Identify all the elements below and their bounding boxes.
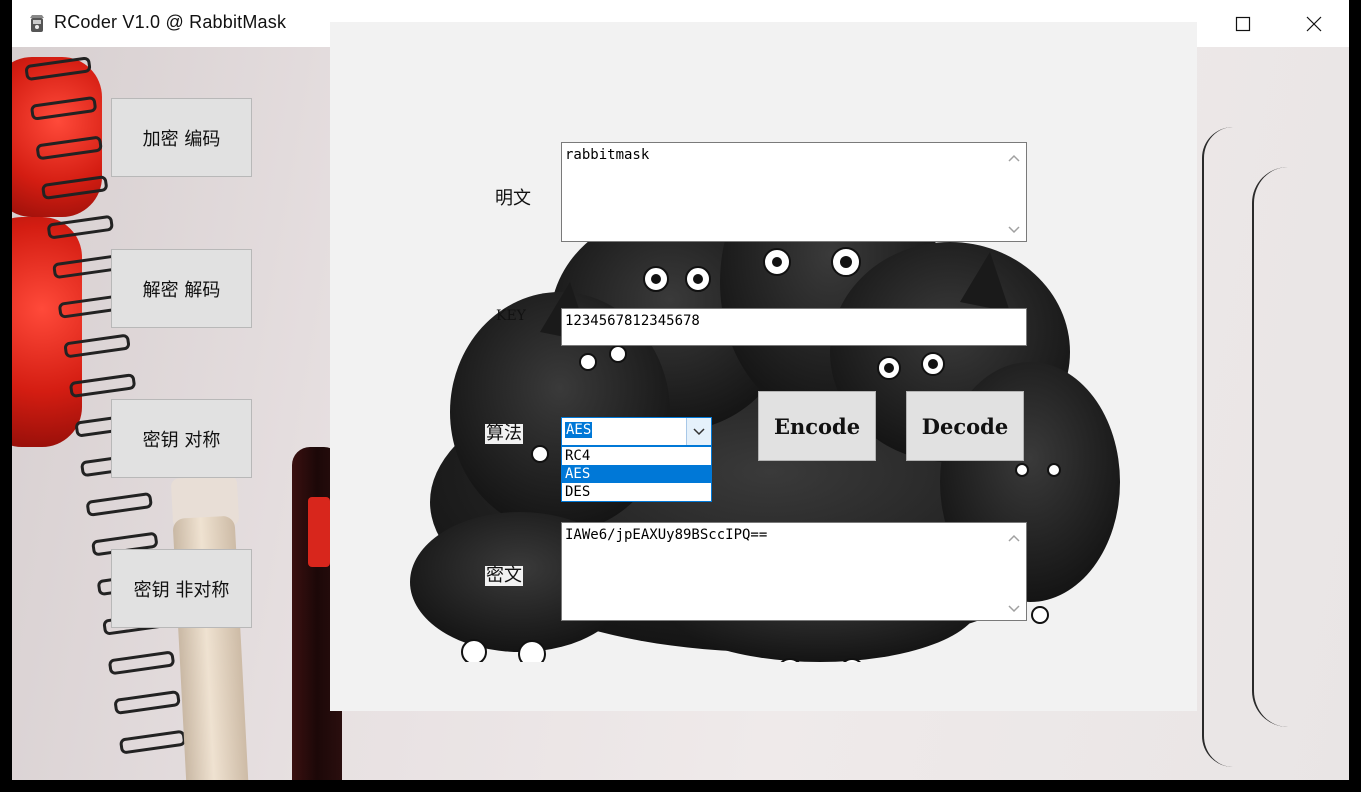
scroll-down-icon[interactable] — [1008, 225, 1020, 235]
sidebar-item-asymmetric-key[interactable]: 密钥 非对称 — [111, 549, 252, 628]
dropdown-option-des[interactable]: DES — [562, 483, 711, 501]
plaintext-value: rabbitmask — [565, 147, 650, 163]
chevron-down-icon — [693, 427, 705, 435]
sketch-decoration — [1252, 167, 1324, 727]
close-icon — [1306, 16, 1322, 31]
plaintext-label: 明文 — [495, 188, 531, 209]
sidebar-item-decrypt-decode[interactable]: 解密 解码 — [111, 249, 252, 328]
key-value: 1234567812345678 — [565, 313, 700, 329]
maximize-icon — [1235, 16, 1251, 31]
close-button[interactable] — [1279, 0, 1349, 47]
plaintext-textarea[interactable]: rabbitmask — [561, 142, 1027, 242]
sidebar-item-encrypt-encode[interactable]: 加密 编码 — [111, 98, 252, 177]
app-window: RCoder V1.0 @ RabbitMask 加密 编码 解密 解码 密钥 … — [12, 0, 1349, 780]
decode-button-label: Decode — [921, 413, 1009, 439]
scroll-up-icon[interactable] — [1008, 533, 1020, 543]
sidebar-item-label: 解密 解码 — [142, 279, 221, 301]
bottle-label-decoration — [308, 497, 330, 567]
scroll-down-icon[interactable] — [1008, 604, 1020, 614]
decode-button[interactable]: Decode — [906, 391, 1024, 461]
dropdown-button[interactable] — [686, 418, 711, 445]
key-label: KEY — [496, 308, 526, 324]
window-title: RCoder V1.0 @ RabbitMask — [54, 12, 287, 32]
encode-button-label: Encode — [773, 413, 861, 439]
algorithm-label: 算法 — [485, 423, 523, 444]
dropdown-option-aes[interactable]: AES — [562, 465, 711, 483]
ciphertext-label: 密文 — [485, 565, 523, 586]
key-input[interactable]: 1234567812345678 — [561, 308, 1027, 346]
dropdown-option-rc4[interactable]: RC4 — [562, 447, 711, 465]
sidebar-item-label: 加密 编码 — [142, 128, 221, 150]
scroll-up-icon[interactable] — [1008, 153, 1020, 163]
algorithm-dropdown-list: RC4 AES DES — [561, 446, 712, 502]
sidebar-item-label: 密钥 对称 — [142, 429, 221, 451]
maximize-button[interactable] — [1208, 0, 1278, 47]
sidebar-item-label: 密钥 非对称 — [133, 579, 230, 601]
algorithm-selected-value: AES — [565, 422, 593, 438]
ciphertext-value: IAWe6/jpEAXUy89BSccIPQ== — [565, 527, 768, 543]
plaintext-scrollbar[interactable] — [1002, 143, 1026, 241]
ciphertext-textarea[interactable]: IAWe6/jpEAXUy89BSccIPQ== — [561, 522, 1027, 621]
ciphertext-scrollbar[interactable] — [1002, 523, 1026, 620]
sidebar-item-symmetric-key[interactable]: 密钥 对称 — [111, 399, 252, 478]
app-icon — [30, 15, 44, 32]
algorithm-select[interactable]: AES — [561, 417, 712, 446]
encode-button[interactable]: Encode — [758, 391, 876, 461]
